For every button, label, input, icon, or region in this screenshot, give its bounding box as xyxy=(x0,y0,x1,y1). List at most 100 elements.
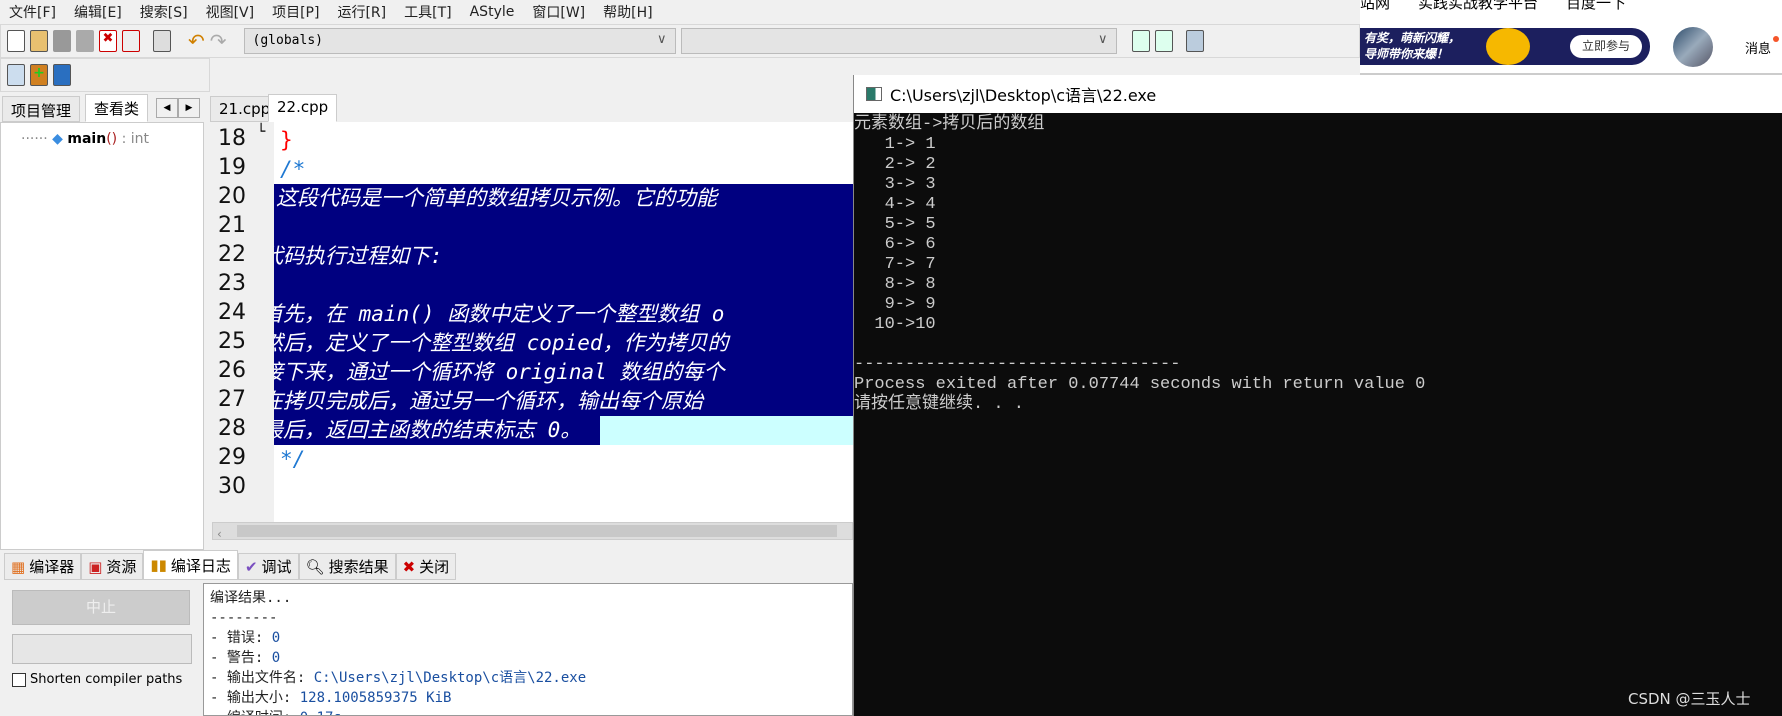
bookmark[interactable]: 百度一下 xyxy=(1566,0,1626,12)
save-icon[interactable] xyxy=(53,30,71,52)
bookmark-icon[interactable] xyxy=(53,64,71,86)
log-key: 编译结果... xyxy=(210,590,292,606)
print-icon[interactable] xyxy=(153,30,171,52)
line-number: 24 xyxy=(218,300,246,325)
log-line: - 输出文件名: C:\Users\zjl\Desktop\c语言\22.exe xyxy=(210,668,846,688)
checkbox-box[interactable] xyxy=(12,672,26,687)
console-line: 元素数组->拷贝后的数组 xyxy=(854,115,1045,134)
find-icon[interactable] xyxy=(1131,30,1150,52)
close-file-icon[interactable]: ✖ xyxy=(99,30,117,52)
console-line: 9-> 9 xyxy=(854,295,936,314)
console-line: Process exited after 0.07744 seconds wit… xyxy=(854,375,1426,394)
insert-icon[interactable] xyxy=(7,64,25,86)
class-tree: ······ ◆ main() : int xyxy=(0,122,204,550)
undo-icon[interactable]: ↶ xyxy=(188,29,205,53)
menu-view[interactable]: 视图[V] xyxy=(197,2,264,22)
ad-banner[interactable]: 有奖，萌新闪耀， 导师带你来爆！ 立即参与 xyxy=(1360,28,1650,65)
menu-astyle[interactable]: AStyle xyxy=(461,4,524,20)
close-icon: ✖ xyxy=(402,557,416,576)
menu-search[interactable]: 搜索[S] xyxy=(131,2,197,22)
function-combo[interactable]: ∨ xyxy=(680,28,1117,54)
code-line: */ xyxy=(280,447,306,471)
menu-tools[interactable]: 工具[T] xyxy=(395,2,460,22)
browser-background: 站网 实践实战教学平台 百度一下 有奖，萌新闪耀， 导师带你来爆！ 立即参与 消… xyxy=(1360,0,1782,75)
console-title-bar[interactable]: C:\Users\zjl\Desktop\c语言\22.exe xyxy=(854,75,1782,113)
fold-marker: └ xyxy=(257,124,266,140)
horizontal-scrollbar[interactable]: ‹ xyxy=(212,522,853,541)
tab-compile-log[interactable]: ▮▮ 编译日志 xyxy=(143,550,238,580)
tab-scroll-right[interactable]: ▶ xyxy=(178,98,200,118)
find-next-icon[interactable] xyxy=(1154,30,1173,52)
code-line: /* xyxy=(280,157,306,181)
log-line: - 错误: 0 xyxy=(210,628,846,648)
close-all-icon[interactable] xyxy=(122,30,140,52)
tab-label: 调试 xyxy=(261,558,292,576)
code-line: 代码执行过程如下: xyxy=(274,244,443,268)
tab-label: 资源 xyxy=(106,558,137,576)
log-value: C:\Users\zjl\Desktop\c语言\22.exe xyxy=(313,670,587,686)
line-number: 21 xyxy=(218,213,246,238)
tab-scroll-left[interactable]: ◀ xyxy=(156,98,178,118)
menu-edit[interactable]: 编辑[E] xyxy=(65,2,131,22)
menu-file[interactable]: 文件[F] xyxy=(0,2,65,22)
tab-search-results[interactable]: 🔍︎ 搜索结果 xyxy=(298,553,396,580)
menu-project[interactable]: 项目[P] xyxy=(263,2,328,22)
add-icon[interactable]: + xyxy=(30,64,48,86)
banner-join-button[interactable]: 立即参与 xyxy=(1570,35,1642,58)
console-output: 元素数组->拷贝后的数组 1-> 1 2-> 2 3-> 3 4-> 4 5->… xyxy=(854,113,1782,716)
console-line: 10->10 xyxy=(854,315,936,334)
open-file-icon[interactable] xyxy=(30,30,48,52)
tab-label: 关闭 xyxy=(419,558,450,576)
line-number: 20 xyxy=(218,184,246,209)
console-line: -------------------------------- xyxy=(854,355,1181,374)
abort-button[interactable]: 中止 xyxy=(12,590,190,625)
redo-icon[interactable]: ↷ xyxy=(210,29,227,53)
layout-icon[interactable] xyxy=(1185,30,1204,52)
new-file-icon[interactable] xyxy=(7,30,25,52)
code-line: 首先，在 main() 函数中定义了一个整型数组 o xyxy=(274,302,725,326)
tab-project-manager[interactable]: 项目管理 xyxy=(2,96,81,122)
tree-item-main[interactable]: ······ ◆ main() : int xyxy=(21,131,149,147)
console-window[interactable]: C:\Users\zjl\Desktop\c语言\22.exe 元素数组->拷贝… xyxy=(853,75,1782,716)
code-editor[interactable]: } /* 这段代码是一个简单的数组拷贝示例。它的功能 代码执行过程如下: 首先，在 ma… xyxy=(274,122,853,522)
console-line: 1-> 1 xyxy=(854,135,936,154)
console-line: 3-> 3 xyxy=(854,175,936,194)
bookmark[interactable]: 实践实战教学平台 xyxy=(1418,0,1538,12)
log-key: -------- xyxy=(210,610,278,626)
line-number-gutter: 18 19 20 21 22 23 24 25 26 27 28 29 30 xyxy=(212,122,274,522)
menu-run[interactable]: 运行[R] xyxy=(328,2,395,22)
watermark: CSDN @三玉人士 xyxy=(1628,690,1751,708)
messages-link[interactable]: 消息 xyxy=(1745,38,1771,57)
checkbox-label: Shorten compiler paths xyxy=(30,672,183,687)
line-number: 18 xyxy=(218,126,246,151)
tab-close[interactable]: ✖ 关闭 xyxy=(395,553,457,580)
menu-window[interactable]: 窗口[W] xyxy=(523,2,594,22)
line-number: 23 xyxy=(218,271,246,296)
log-line: - 输出大小: 128.1005859375 KiB xyxy=(210,688,846,708)
tab-class-browser[interactable]: 查看类 xyxy=(85,94,149,122)
tree-item-parens: () xyxy=(106,131,118,147)
log-key: - 警告: xyxy=(210,650,272,666)
console-line: 2-> 2 xyxy=(854,155,936,174)
console-title: C:\Users\zjl\Desktop\c语言\22.exe xyxy=(890,86,1157,105)
scroll-left-arrow[interactable]: ‹ xyxy=(213,527,222,541)
scrollbar-thumb[interactable] xyxy=(237,525,837,537)
tab-resources[interactable]: ▣ 资源 xyxy=(81,553,144,580)
log-line: - 警告: 0 xyxy=(210,648,846,668)
scope-combo[interactable]: (globals) ∨ xyxy=(243,28,676,54)
console-line: 请按任意键继续. . . xyxy=(854,395,1025,414)
line-number: 27 xyxy=(218,387,246,412)
compile-log[interactable]: 编译结果... -------- - 错误: 0- 警告: 0- 输出文件名: C:… xyxy=(203,583,853,716)
line-number: 26 xyxy=(218,358,246,383)
tab-22-cpp[interactable]: 22.cpp xyxy=(268,94,338,122)
save-all-icon[interactable] xyxy=(76,30,94,52)
bookmark[interactable]: 站网 xyxy=(1360,0,1390,12)
log-line: - 编译时间: 0.17s xyxy=(210,708,846,715)
tab-debug[interactable]: ✔ 调试 xyxy=(237,553,299,580)
avatar[interactable] xyxy=(1673,27,1713,67)
tab-compiler[interactable]: ▦ 编译器 xyxy=(4,553,82,580)
log-line: 编译结果... xyxy=(210,588,846,608)
menu-help[interactable]: 帮助[H] xyxy=(594,2,661,22)
shorten-paths-checkbox[interactable]: Shorten compiler paths xyxy=(12,672,182,687)
log-key: - 编译时间: xyxy=(210,710,300,715)
